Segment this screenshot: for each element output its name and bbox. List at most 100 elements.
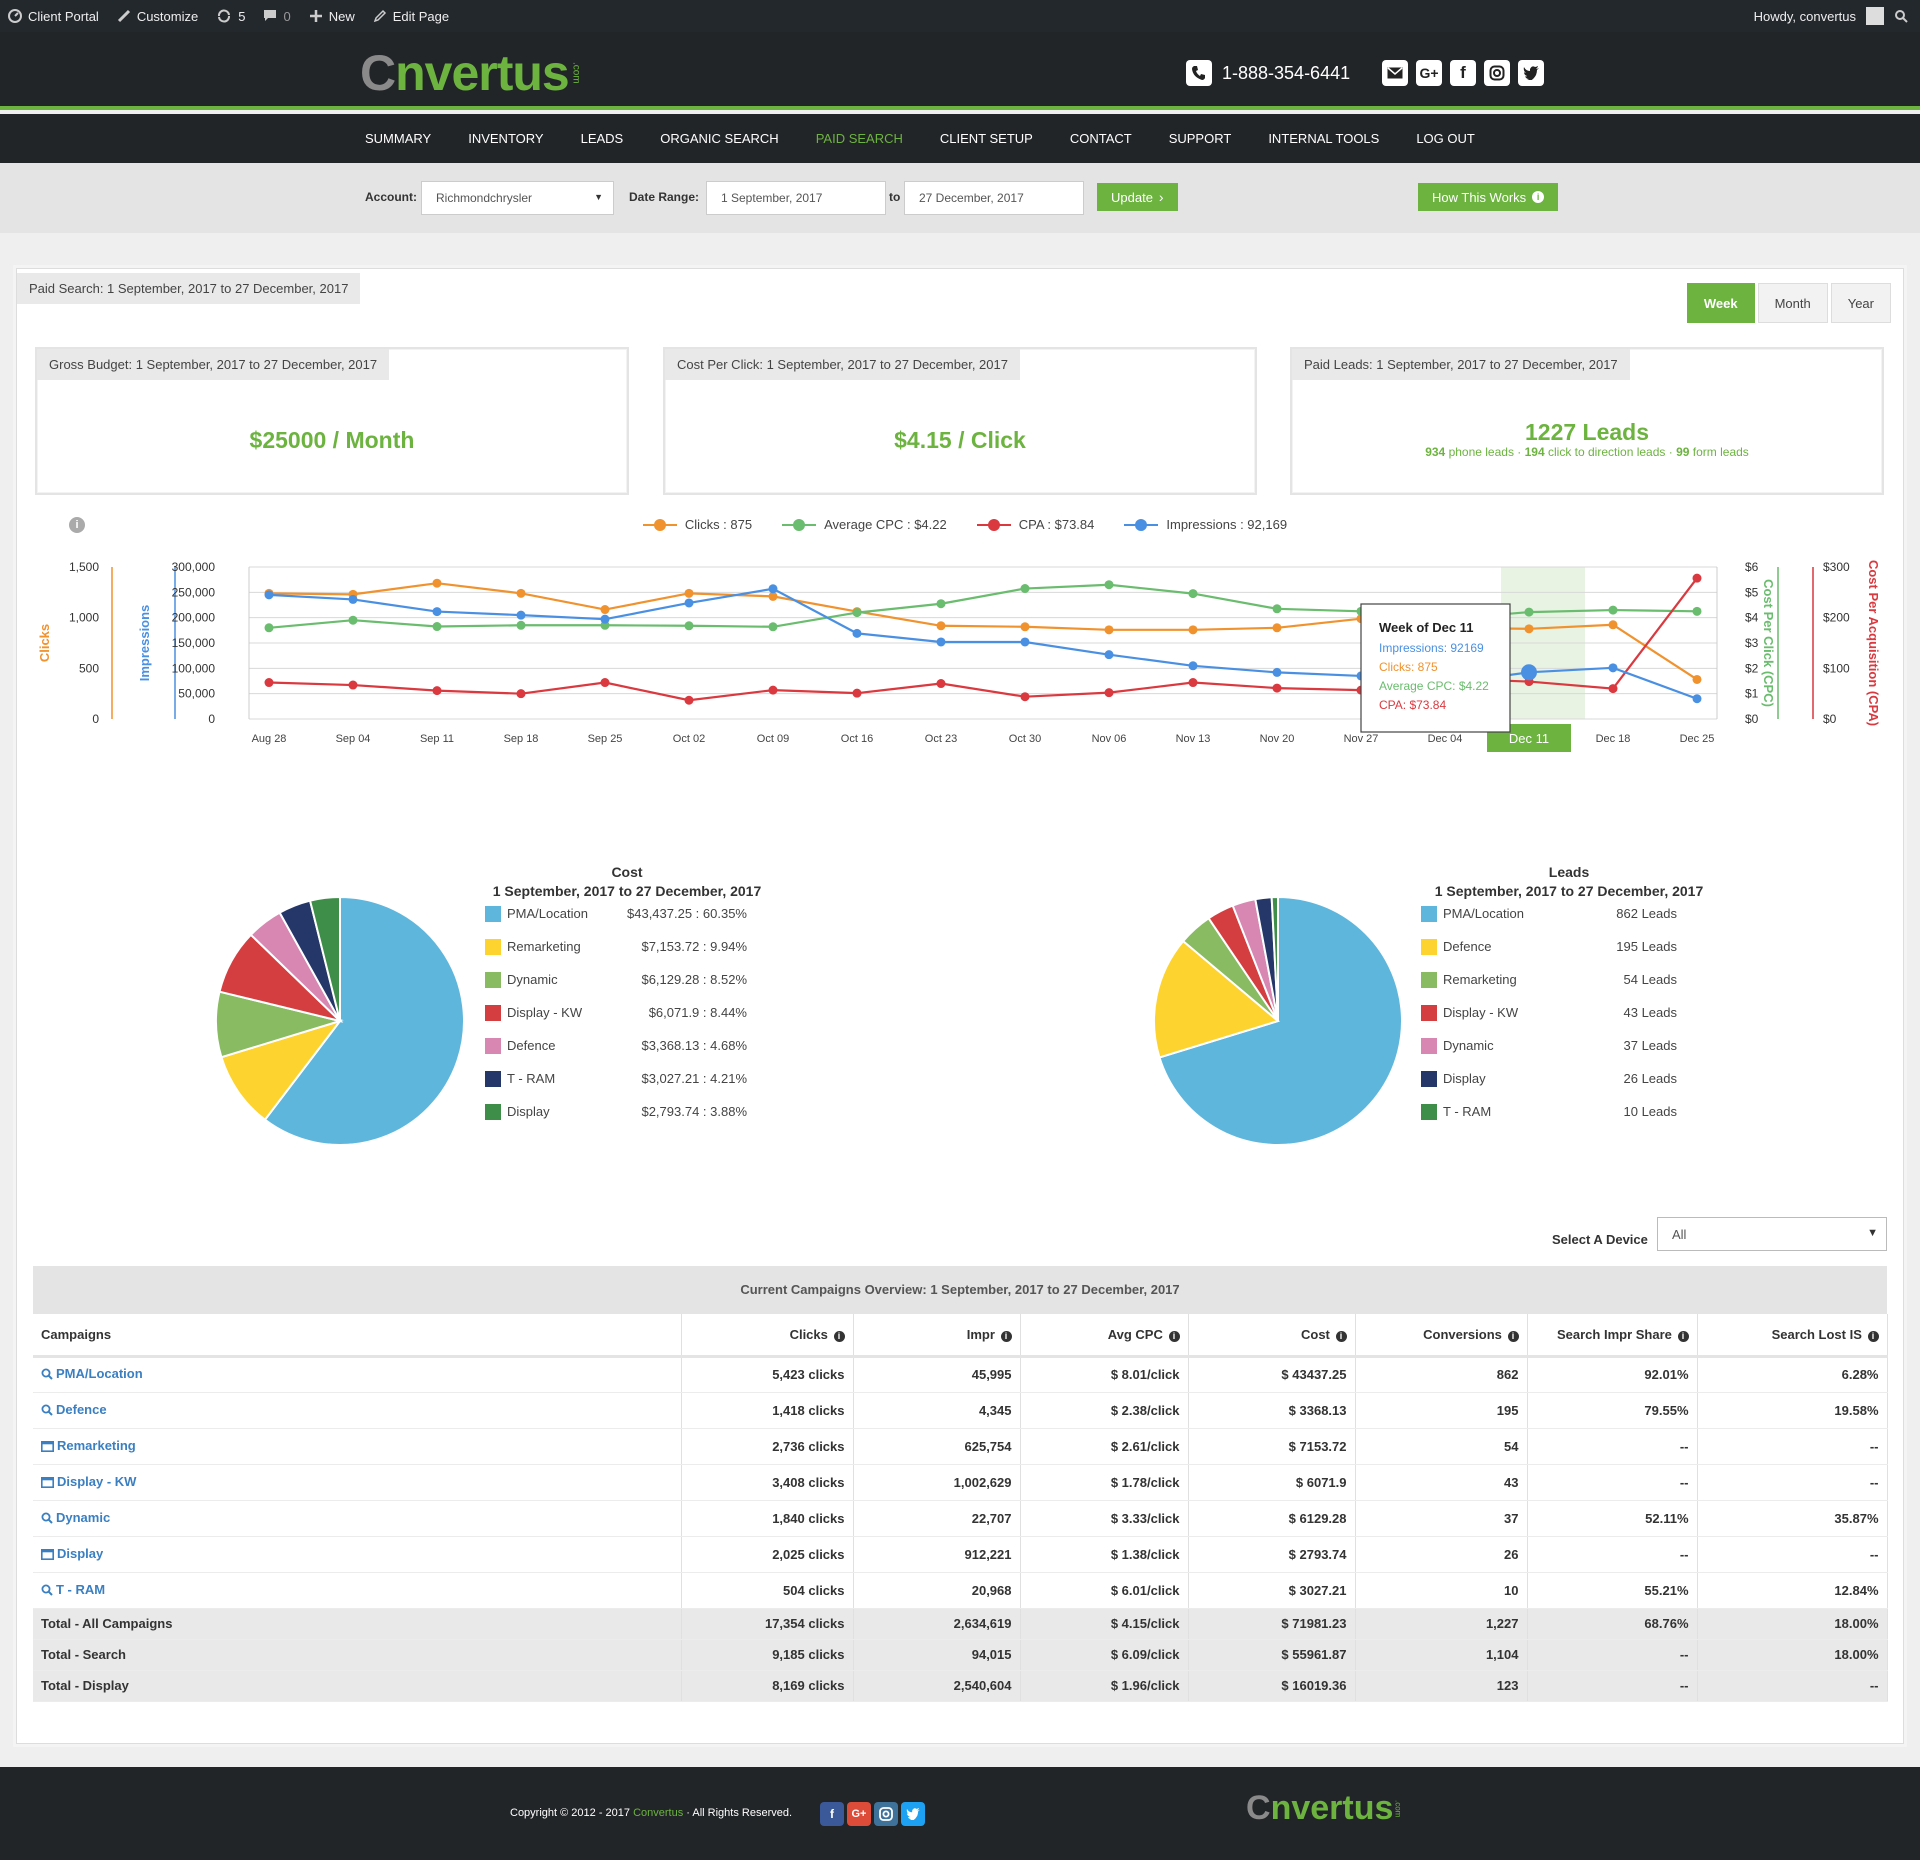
pie-legend-item[interactable]: Display - KW 43 Leads <box>1421 996 1677 1029</box>
campaign-link[interactable]: Display - KW <box>33 1464 682 1501</box>
data-point[interactable] <box>1020 584 1030 594</box>
col-header-conversions[interactable]: Conversions i <box>1355 1314 1528 1358</box>
data-point[interactable] <box>684 598 694 608</box>
col-header-avg-cpc[interactable]: Avg CPC i <box>1020 1314 1189 1358</box>
pie-legend-item[interactable]: Remarketing 54 Leads <box>1421 963 1677 996</box>
info-icon[interactable]: i <box>1335 1330 1347 1342</box>
legend-average-cpc[interactable]: Average CPC : $4.22 <box>782 517 947 532</box>
twitter-icon[interactable] <box>1518 60 1544 86</box>
data-point[interactable] <box>1272 604 1282 614</box>
data-point[interactable] <box>1104 650 1114 660</box>
info-icon[interactable]: i <box>1000 1330 1012 1342</box>
data-point[interactable] <box>348 594 358 604</box>
pie-legend-item[interactable]: Defence 195 Leads <box>1421 930 1677 963</box>
info-icon[interactable]: i <box>833 1330 845 1342</box>
col-header-campaigns[interactable]: Campaigns <box>33 1314 682 1358</box>
data-point[interactable] <box>852 688 862 698</box>
data-point[interactable] <box>1272 683 1282 693</box>
data-point[interactable] <box>264 590 274 600</box>
info-icon[interactable]: i <box>1168 1330 1180 1342</box>
data-point[interactable] <box>1608 684 1618 694</box>
data-point[interactable] <box>516 620 526 630</box>
col-header-impr[interactable]: Impr i <box>853 1314 1021 1358</box>
campaign-link[interactable]: PMA/Location <box>33 1356 682 1393</box>
device-select[interactable]: All ▼ <box>1657 1217 1887 1251</box>
data-point[interactable] <box>432 578 442 588</box>
data-point[interactable] <box>264 678 274 688</box>
data-point[interactable] <box>684 621 694 631</box>
data-point[interactable] <box>432 622 442 632</box>
data-point[interactable] <box>432 686 442 696</box>
data-point[interactable] <box>684 588 694 598</box>
data-point[interactable] <box>600 614 610 624</box>
data-point[interactable] <box>1188 678 1198 688</box>
data-point[interactable] <box>348 680 358 690</box>
campaign-link[interactable]: Remarketing <box>33 1428 682 1465</box>
data-point[interactable] <box>1692 573 1702 583</box>
col-header-search-impr-share[interactable]: Search Impr Share i <box>1527 1314 1698 1358</box>
data-point[interactable] <box>768 685 778 695</box>
admin-site-link[interactable]: Client Portal <box>8 9 99 24</box>
data-point[interactable] <box>1524 607 1534 617</box>
nav-item-leads[interactable]: LEADS <box>581 131 624 146</box>
nav-item-support[interactable]: SUPPORT <box>1169 131 1232 146</box>
pie-legend-item[interactable]: Display $2,793.74 : 3.88% <box>485 1095 747 1128</box>
pie-legend-item[interactable]: Display - KW $6,071.9 : 8.44% <box>485 996 747 1029</box>
data-point[interactable] <box>1524 624 1534 634</box>
data-point[interactable] <box>1272 623 1282 633</box>
data-point[interactable] <box>1608 663 1618 673</box>
google-plus-icon[interactable]: G+ <box>847 1802 871 1826</box>
data-point[interactable] <box>1188 625 1198 635</box>
admin-new-link[interactable]: New <box>309 9 355 24</box>
nav-item-summary[interactable]: SUMMARY <box>365 131 431 146</box>
data-point[interactable] <box>1692 674 1702 684</box>
period-week-button[interactable]: Week <box>1686 283 1755 323</box>
campaign-link[interactable]: T - RAM <box>33 1572 682 1609</box>
date-from-input[interactable]: 1 September, 2017 <box>706 181 886 215</box>
data-point[interactable] <box>516 588 526 598</box>
instagram-icon[interactable] <box>1484 60 1510 86</box>
data-point[interactable] <box>1104 625 1114 635</box>
nav-item-inventory[interactable]: INVENTORY <box>468 131 543 146</box>
search-icon[interactable] <box>1894 9 1908 23</box>
campaign-link[interactable]: Display <box>33 1536 682 1573</box>
convertus-logo[interactable]: Cnvertus .com <box>360 44 582 102</box>
pie-legend-item[interactable]: PMA/Location $43,437.25 : 60.35% <box>485 897 747 930</box>
pie-legend-item[interactable]: Display 26 Leads <box>1421 1062 1677 1095</box>
admin-updates-link[interactable]: 5 <box>216 9 245 24</box>
col-header-cost[interactable]: Cost i <box>1188 1314 1356 1358</box>
data-point[interactable] <box>852 608 862 618</box>
nav-item-paid-search[interactable]: PAID SEARCH <box>816 131 903 146</box>
data-point[interactable] <box>264 623 274 633</box>
info-icon[interactable]: i <box>1507 1330 1519 1342</box>
legend-clicks[interactable]: Clicks : 875 <box>642 517 752 532</box>
pie-legend-item[interactable]: Dynamic $6,129.28 : 8.52% <box>485 963 747 996</box>
footer-logo[interactable]: Cnvertus .com <box>1246 1789 1402 1828</box>
data-point[interactable] <box>348 615 358 625</box>
email-icon[interactable] <box>1382 60 1408 86</box>
campaign-link[interactable]: Defence <box>33 1392 682 1429</box>
admin-customize-link[interactable]: Customize <box>117 9 198 24</box>
data-point[interactable] <box>1020 637 1030 647</box>
avatar[interactable] <box>1866 7 1884 25</box>
phone-link[interactable]: 1-888-354-6441 <box>1186 60 1350 86</box>
date-to-input[interactable]: 27 December, 2017 <box>904 181 1084 215</box>
google-plus-icon[interactable]: G+ <box>1416 60 1442 86</box>
data-point[interactable] <box>1608 620 1618 630</box>
data-point[interactable] <box>936 679 946 689</box>
nav-item-organic-search[interactable]: ORGANIC SEARCH <box>660 131 778 146</box>
nav-item-log-out[interactable]: LOG OUT <box>1416 131 1475 146</box>
data-point[interactable] <box>1188 661 1198 671</box>
data-point[interactable] <box>432 607 442 617</box>
nav-item-internal-tools[interactable]: INTERNAL TOOLS <box>1268 131 1379 146</box>
twitter-icon[interactable] <box>901 1802 925 1826</box>
nav-item-client-setup[interactable]: CLIENT SETUP <box>940 131 1033 146</box>
nav-item-contact[interactable]: CONTACT <box>1070 131 1132 146</box>
data-point[interactable] <box>600 678 610 688</box>
data-point[interactable] <box>1272 667 1282 677</box>
campaign-link[interactable]: Dynamic <box>33 1500 682 1537</box>
data-point[interactable] <box>1020 622 1030 632</box>
data-point[interactable] <box>1608 605 1618 615</box>
period-year-button[interactable]: Year <box>1830 283 1891 323</box>
pie-legend-item[interactable]: Dynamic 37 Leads <box>1421 1029 1677 1062</box>
